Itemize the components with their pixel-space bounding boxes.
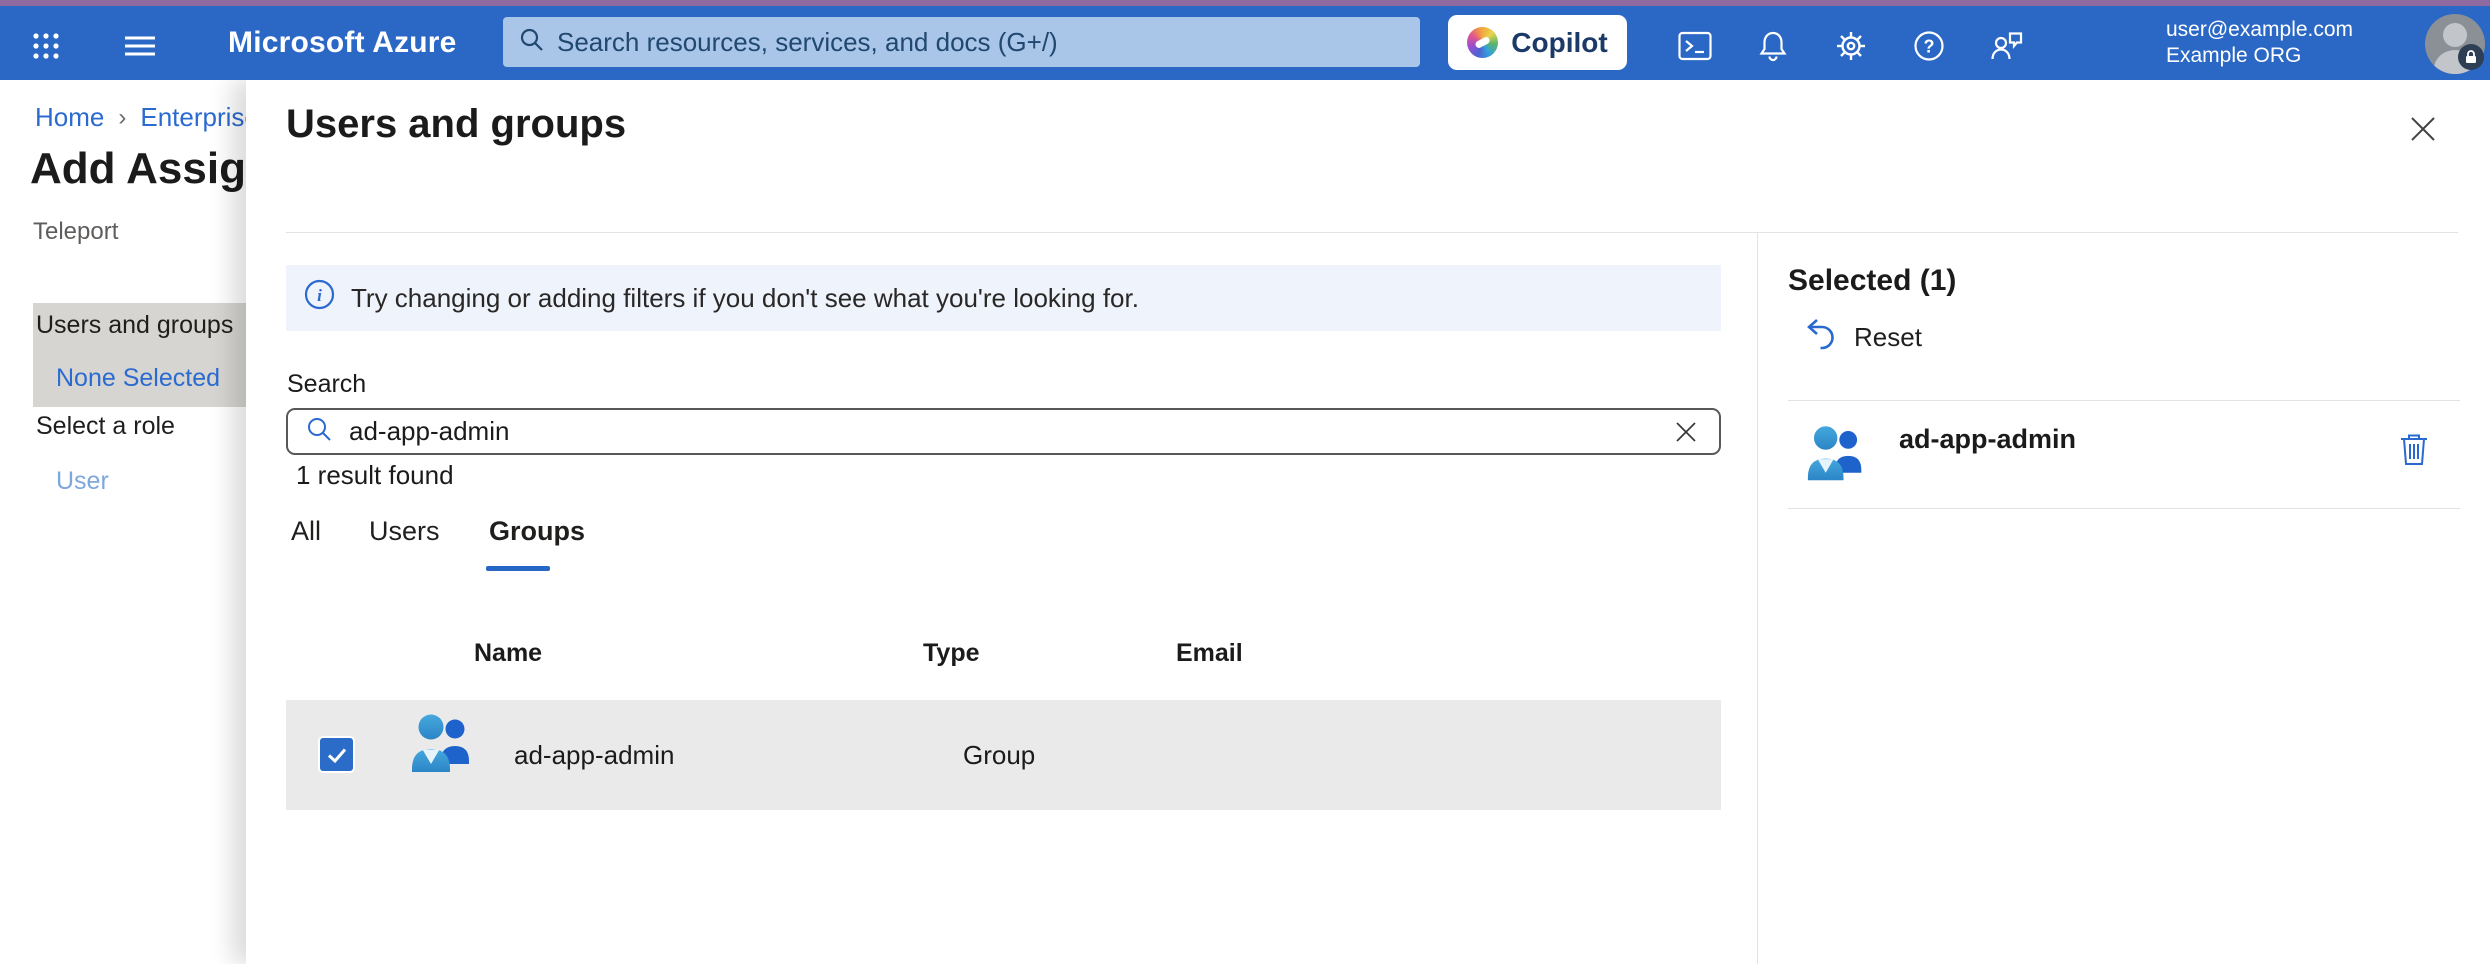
tab-users[interactable]: Users (369, 516, 440, 547)
hamburger-menu-icon[interactable] (120, 23, 160, 69)
reset-button[interactable]: Reset (1806, 318, 1922, 357)
search-icon (306, 416, 333, 448)
info-banner-text: Try changing or adding filters if you do… (351, 283, 1139, 314)
active-tab-underline (486, 566, 550, 571)
panel-header-divider (286, 232, 2458, 233)
panel-search-input[interactable] (349, 416, 1655, 447)
cloud-shell-icon[interactable] (1672, 23, 1718, 69)
copilot-logo-icon (1467, 27, 1498, 58)
copilot-button[interactable]: Copilot (1448, 15, 1627, 70)
trash-icon[interactable] (2396, 432, 2432, 468)
account-info[interactable]: user@example.com Example ORG (2166, 6, 2353, 80)
svg-text:?: ? (1924, 37, 1935, 57)
panel-title: Users and groups (286, 102, 626, 147)
clear-search-icon[interactable] (1671, 417, 1701, 447)
account-org: Example ORG (2166, 43, 2353, 69)
undo-icon (1806, 318, 1836, 357)
azure-brand[interactable]: Microsoft Azure (228, 6, 457, 80)
close-icon[interactable] (2404, 110, 2442, 148)
sidebar-divider (1757, 232, 1758, 964)
group-avatar-icon (410, 710, 474, 781)
row-type: Group (963, 740, 1035, 771)
breadcrumb-home-link[interactable]: Home (35, 102, 104, 133)
svg-text:i: i (317, 286, 322, 305)
azure-top-bar: Microsoft Azure Copilot ? user@example.c… (0, 6, 2490, 80)
global-search-bar[interactable] (503, 17, 1420, 67)
tab-all[interactable]: All (291, 516, 321, 547)
selected-item-divider-top (1788, 400, 2460, 401)
none-selected-link[interactable]: None Selected (56, 364, 220, 393)
result-count: 1 result found (296, 460, 454, 491)
search-field-label: Search (287, 370, 366, 399)
select-role-step-label: Select a role (36, 412, 175, 441)
info-icon: i (304, 279, 335, 317)
account-email: user@example.com (2166, 17, 2353, 43)
column-header-type: Type (923, 639, 980, 668)
column-header-email: Email (1176, 639, 1243, 668)
selected-item-divider-bottom (1788, 508, 2460, 509)
users-groups-step-label: Users and groups (36, 311, 233, 340)
row-name: ad-app-admin (514, 740, 674, 771)
reset-label: Reset (1854, 322, 1922, 353)
table-row[interactable]: ad-app-admin Group (286, 700, 1721, 810)
role-user-link[interactable]: User (56, 467, 109, 496)
chevron-right-icon: › (118, 104, 126, 132)
notifications-icon[interactable] (1750, 23, 1796, 69)
app-launcher-icon[interactable] (26, 23, 66, 69)
settings-gear-icon[interactable] (1828, 23, 1874, 69)
selected-heading: Selected (1) (1788, 264, 1956, 298)
page-subtitle: Teleport (33, 218, 118, 246)
help-icon[interactable]: ? (1906, 23, 1952, 69)
column-header-name: Name (474, 639, 542, 668)
row-checkbox[interactable] (318, 736, 355, 773)
info-banner: i Try changing or adding filters if you … (286, 265, 1721, 331)
group-avatar-icon (1806, 422, 1866, 489)
feedback-icon[interactable] (1984, 23, 2030, 69)
global-search-input[interactable] (557, 27, 1404, 58)
copilot-label: Copilot (1511, 27, 1607, 59)
selected-item-name: ad-app-admin (1899, 424, 2076, 455)
panel-search-box[interactable] (286, 408, 1721, 455)
search-icon (519, 27, 545, 58)
avatar-head (2443, 23, 2467, 47)
lock-icon (2458, 44, 2484, 70)
tab-groups[interactable]: Groups (489, 516, 585, 547)
users-and-groups-panel: Users and groups i Try changing or addin… (246, 80, 2490, 964)
browser-accent-strip (0, 0, 2490, 6)
